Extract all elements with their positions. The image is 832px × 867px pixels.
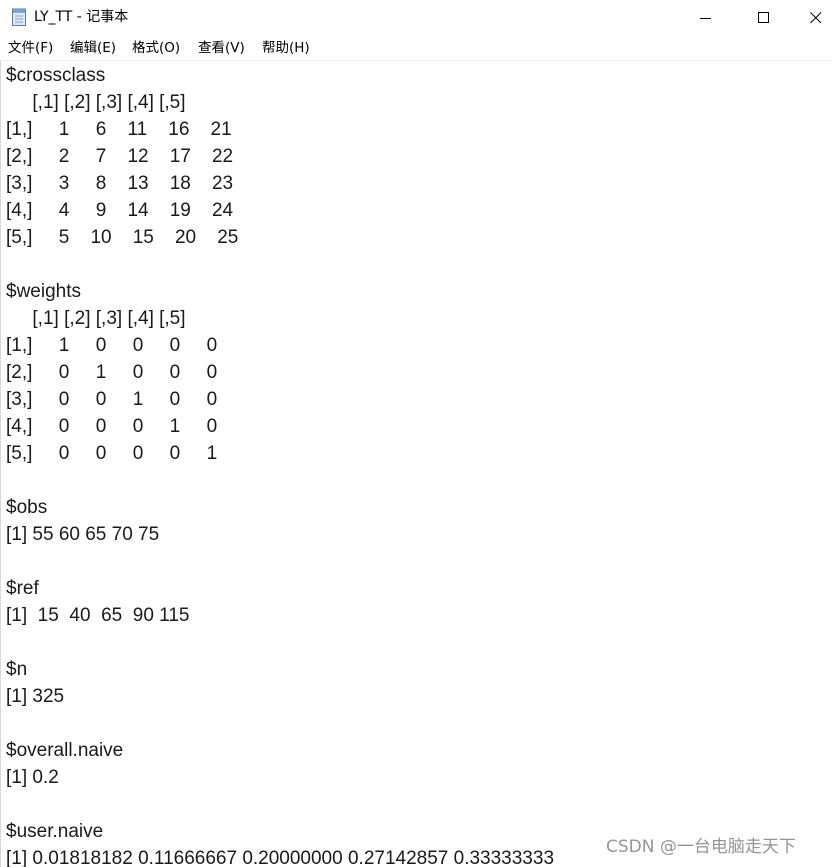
menu-help[interactable]: 帮助(H)	[262, 39, 310, 57]
editor-line: $ref	[6, 578, 39, 599]
maximize-icon	[758, 11, 769, 23]
editor-line: [1] 325	[6, 686, 65, 707]
editor-line: [4,] 4 9 14 19 24	[6, 200, 234, 221]
editor-line: $n	[6, 659, 28, 680]
editor-line: [,1] [,2] [,3] [,4] [,5]	[6, 92, 186, 113]
editor-line: [1,] 1 6 11 16 21	[6, 119, 232, 140]
window-title: LY_TT - 记事本	[34, 9, 129, 25]
minimize-button[interactable]	[683, 0, 729, 35]
editor-line: [2,] 2 7 12 17 22	[6, 146, 234, 167]
minimize-icon	[700, 17, 711, 19]
editor-line: [1,] 1 0 0 0 0	[6, 335, 218, 356]
editor-line: [,1] [,2] [,3] [,4] [,5]	[6, 308, 186, 329]
notepad-app-icon	[11, 8, 27, 26]
editor-line: [1] 15 40 65 90 115	[6, 605, 190, 626]
notepad-window: LY_TT - 记事本 文件(F) 编辑(E) 格式(O) 查看(V) 帮助(H…	[0, 0, 832, 867]
menu-edit[interactable]: 编辑(E)	[70, 39, 116, 57]
menu-bar: 文件(F) 编辑(E) 格式(O) 查看(V) 帮助(H)	[0, 35, 832, 60]
editor-line: [5,] 5 10 15 20 25	[6, 227, 239, 248]
editor-line: $crossclass	[6, 65, 106, 86]
editor-line: $user.naive	[6, 821, 104, 842]
editor-line: [1] 0.2	[6, 767, 59, 788]
menu-format[interactable]: 格式(O)	[132, 39, 180, 57]
editor-line: $overall.naive	[6, 740, 124, 761]
title-bar[interactable]: LY_TT - 记事本	[0, 0, 832, 35]
close-button[interactable]	[799, 0, 832, 35]
maximize-button[interactable]	[741, 0, 787, 35]
text-editor-area[interactable]: $crossclass [,1] [,2] [,3] [,4] [,5] [1,]…	[0, 61, 832, 867]
editor-line: [1] 55 60 65 70 75	[6, 524, 160, 545]
close-icon	[809, 11, 821, 23]
editor-line: [4,] 0 0 0 1 0	[6, 416, 218, 437]
editor-line: [3,] 3 8 13 18 23	[6, 173, 234, 194]
editor-line: [2,] 0 1 0 0 0	[6, 362, 218, 383]
editor-line: $weights	[6, 281, 81, 302]
menu-view[interactable]: 查看(V)	[198, 39, 245, 57]
csdn-watermark: CSDN @一台电脑走天下	[606, 837, 796, 857]
editor-line: [1] 0.01818182 0.11666667 0.20000000 0.2…	[6, 848, 555, 867]
editor-line: $obs	[6, 497, 48, 518]
menu-file[interactable]: 文件(F)	[8, 39, 53, 57]
editor-line: [5,] 0 0 0 0 1	[6, 443, 218, 464]
editor-line: [3,] 0 0 1 0 0	[6, 389, 218, 410]
